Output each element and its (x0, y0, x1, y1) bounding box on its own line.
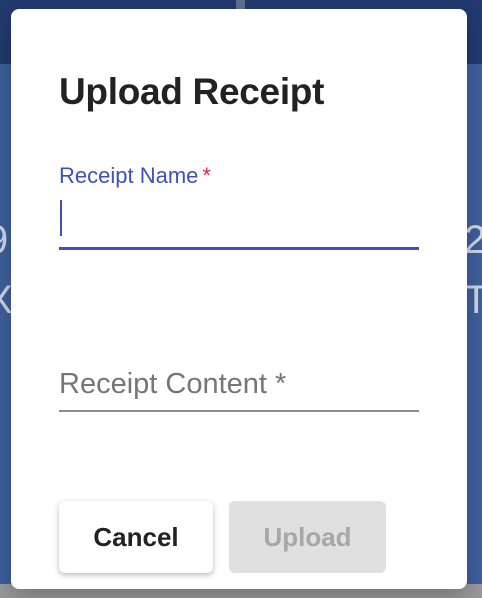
receipt-content-label: Receipt Content * (59, 368, 287, 400)
receipt-name-field: Receipt Name * (59, 159, 419, 254)
upload-receipt-dialog: Upload Receipt Receipt Name * Receipt Con… (11, 9, 467, 589)
receipt-content-underline (59, 410, 419, 412)
receipt-name-input[interactable] (59, 199, 419, 239)
text-caret (60, 200, 62, 236)
receipt-name-underline (59, 247, 419, 250)
required-asterisk: * (202, 163, 211, 188)
receipt-name-label-text: Receipt Name (59, 163, 199, 188)
cancel-button[interactable]: Cancel (59, 501, 213, 573)
dialog-title: Upload Receipt (59, 71, 325, 112)
receipt-content-field[interactable]: Receipt Content * (59, 364, 419, 424)
receipt-name-label: Receipt Name * (59, 163, 211, 189)
upload-button[interactable]: Upload (229, 501, 386, 573)
background-text-fragment: 9 (0, 220, 8, 260)
